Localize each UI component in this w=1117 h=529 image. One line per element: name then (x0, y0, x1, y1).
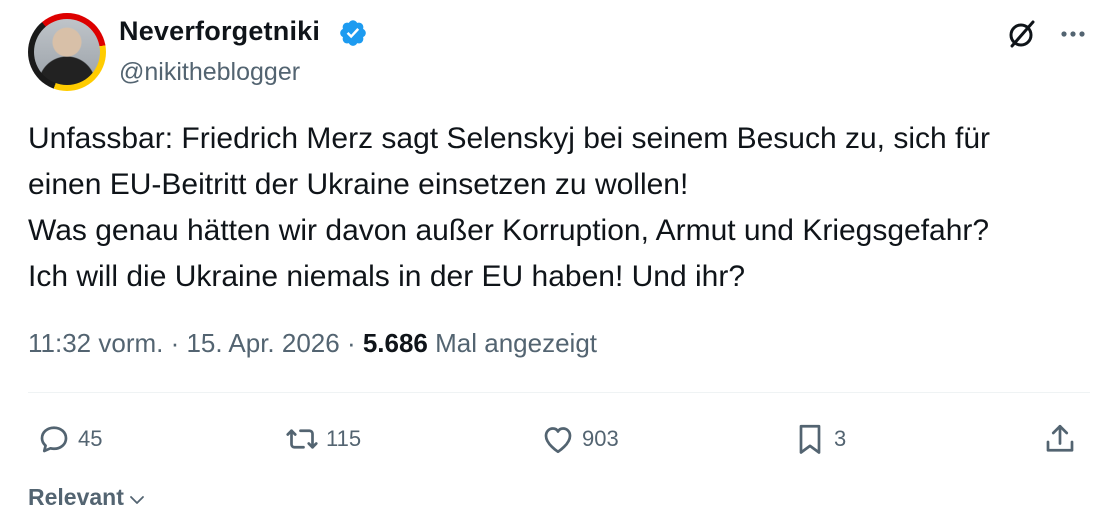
reply-bubble-icon (40, 426, 68, 453)
share-upload-icon (1046, 424, 1074, 452)
chevron-down-icon (129, 495, 144, 504)
tweet-meta: 11:32 vorm. · 15. Apr. 2026 · 5.686 Mal … (28, 328, 597, 359)
reply-count: 45 (78, 426, 103, 451)
bookmark-count: 3 (834, 426, 847, 451)
sort-label: Relevant (28, 484, 124, 510)
repost-arrows-icon (286, 429, 318, 449)
bookmark-button[interactable]: 3 (792, 418, 846, 460)
like-count: 903 (582, 426, 619, 451)
views-label: Mal angezeigt (435, 328, 598, 358)
grok-icon[interactable] (1006, 18, 1038, 50)
tweet-text: Unfassbar: Friedrich Merz sagt Selenskyj… (28, 122, 991, 293)
meta-separator: · (339, 328, 363, 358)
reply-button[interactable]: 45 (36, 418, 102, 460)
avatar[interactable] (28, 13, 106, 91)
tweet-time[interactable]: 11:32 vorm. (28, 328, 163, 358)
verified-badge-icon (340, 20, 366, 46)
avatar-photo (34, 19, 100, 85)
share-button[interactable] (1042, 418, 1078, 460)
bookmark-icon (799, 424, 821, 454)
author-display-name[interactable]: Neverforgetniki (119, 16, 320, 47)
tweet-date[interactable]: 15. Apr. 2026 (186, 328, 339, 358)
author-handle[interactable]: @nikitheblogger (119, 58, 300, 87)
heart-icon (544, 427, 572, 454)
divider (28, 392, 1090, 393)
like-button[interactable]: 903 (540, 418, 619, 460)
sort-dropdown[interactable]: Relevant (28, 484, 146, 511)
more-dots-icon[interactable] (1056, 20, 1090, 48)
meta-separator: · (163, 328, 187, 358)
repost-count: 115 (326, 426, 362, 451)
repost-button[interactable]: 115 (284, 418, 361, 460)
views-count: 5.686 (362, 328, 428, 358)
